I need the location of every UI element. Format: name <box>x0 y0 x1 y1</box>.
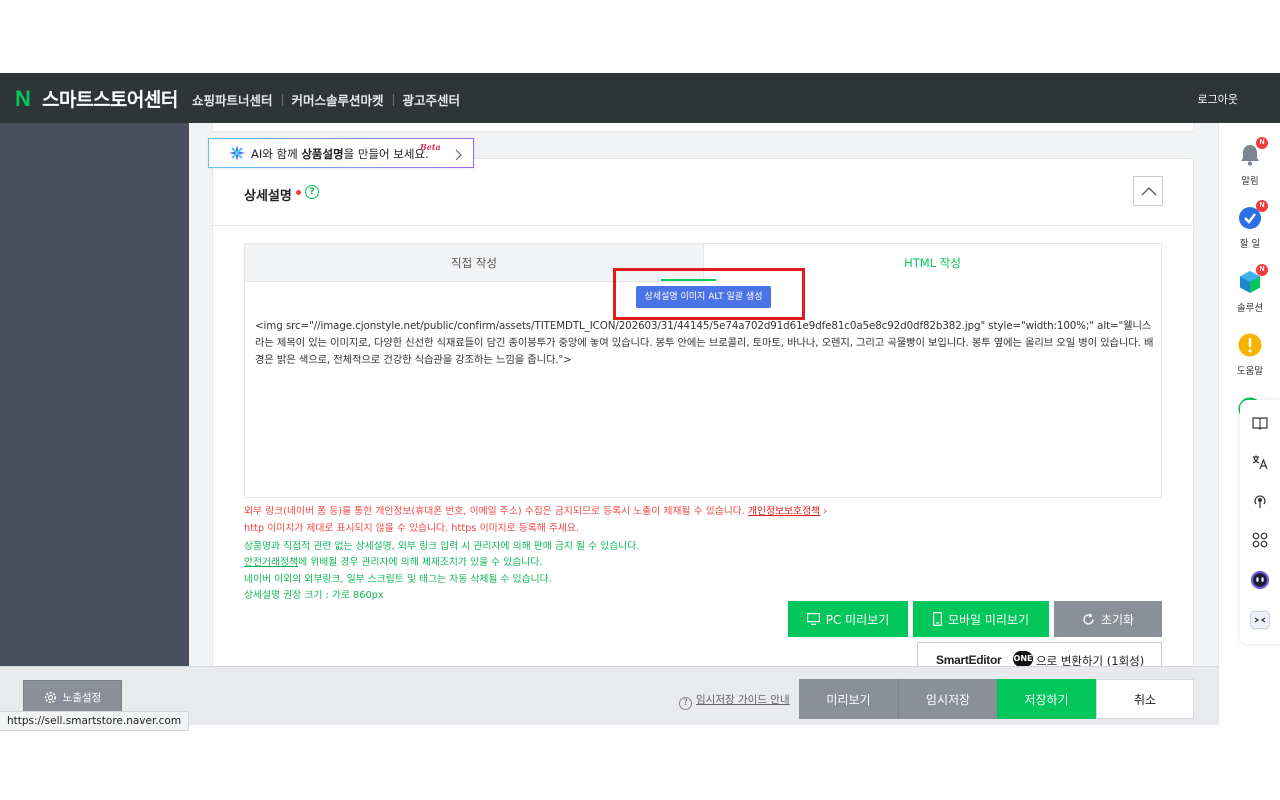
ai-banner-text: AI와 함께 상품설명을 만들어 보세요. <box>251 147 429 161</box>
new-badge: N <box>1256 200 1268 212</box>
help-icon[interactable]: ? <box>305 185 319 199</box>
app-title[interactable]: 스마트스토어센터 <box>42 85 178 112</box>
expose-settings-button[interactable]: 노출설정 <box>23 680 122 714</box>
top-nav: 쇼핑파트너센터 커머스솔루션마켓 광고주센터 <box>192 90 460 109</box>
rail-alarm[interactable]: N 알림 <box>1219 137 1280 187</box>
safe-trade-policy-link[interactable]: 안전거래정책 <box>244 557 298 568</box>
nav-divider <box>392 93 394 106</box>
ai-description-banner[interactable]: AI와 함께 상품설명을 만들어 보세요. Beta <box>208 138 474 168</box>
mobile-preview-button[interactable]: 모바일 미리보기 <box>913 601 1049 637</box>
nav-shopping-partner[interactable]: 쇼핑파트너센터 <box>192 90 273 109</box>
card-divider <box>213 225 1193 226</box>
top-header: N 스마트스토어센터 쇼핑파트너센터 커머스솔루션마켓 광고주센터 로그아웃 <box>0 73 1280 123</box>
section-title: 상세설명 <box>244 189 292 204</box>
translate-icon[interactable] <box>1250 452 1270 472</box>
rail-todo[interactable]: N 할 일 <box>1219 200 1280 250</box>
naver-n-logo[interactable]: N <box>15 86 31 112</box>
temp-save-guide-link[interactable]: ? 임시저장 가이드 안내 <box>679 692 790 710</box>
previous-section-card <box>212 123 1194 132</box>
notice-safe-trade: 안전거래정책에 위배될 경우 관리자에 의해 제재조치가 있을 수 있습니다. <box>244 557 543 568</box>
rail-help[interactable]: 도움말 <box>1219 333 1280 377</box>
privacy-policy-link[interactable]: 개인정보보호정책 <box>748 506 820 517</box>
browser-side-toolbar <box>1240 400 1280 644</box>
ai-sparkle-icon <box>229 145 245 161</box>
chevron-up-icon <box>1141 187 1157 196</box>
logout-link[interactable]: 로그아웃 <box>1198 91 1238 107</box>
question-icon: ? <box>679 697 692 710</box>
notice-script-removal: 네이버 이외의 외부링크, 일부 스크립트 및 태그는 자동 삭제될 수 있습니… <box>244 574 552 585</box>
rail-solution[interactable]: N 솔루션 <box>1219 264 1280 314</box>
podcast-icon[interactable] <box>1250 491 1270 511</box>
nav-advertiser[interactable]: 광고주센터 <box>403 90 461 109</box>
temp-save-button[interactable]: 임시저장 <box>898 679 997 719</box>
cancel-button[interactable]: 취소 <box>1096 679 1194 719</box>
assistant-face-icon[interactable] <box>1250 570 1270 590</box>
exclamation-icon <box>1238 333 1262 357</box>
pc-preview-button[interactable]: PC 미리보기 <box>788 601 908 637</box>
new-badge: N <box>1256 137 1268 149</box>
code-icon[interactable] <box>1250 610 1270 630</box>
nav-commerce-solution[interactable]: 커머스솔루션마켓 <box>292 90 384 109</box>
new-badge: N <box>1256 264 1268 276</box>
notice-external-link: 상품명과 직접적 관련 없는 상세설명, 외부 링크 입력 시 관리자에 의해 … <box>244 541 640 552</box>
mobile-icon <box>932 612 942 626</box>
chevron-right-icon <box>455 149 462 161</box>
nav-divider <box>281 93 283 106</box>
save-button[interactable]: 저장하기 <box>997 679 1096 719</box>
required-dot <box>296 190 301 195</box>
status-bar-url: https://sell.smartstore.naver.com <box>0 711 190 731</box>
notice-privacy: 외부 링크(네이버 폼 등)를 통한 개인정보(휴대폰 번호, 이메일 주소) … <box>244 506 828 517</box>
smarteditor-convert-button[interactable]: SmartEditor ONE 으로 변환하기 (1회성) <box>917 642 1162 668</box>
notice-recommended-size: 상세설명 권장 크기 : 가로 860px <box>244 590 384 601</box>
one-badge: ONE <box>1013 651 1033 667</box>
highlight-box <box>613 268 805 320</box>
notice-https: http 이미지가 제대로 표시되지 않을 수 있습니다. https 이미지로… <box>244 523 580 534</box>
apps-grid-icon[interactable] <box>1250 530 1270 550</box>
beta-label: Beta <box>420 142 441 152</box>
left-sidebar <box>0 123 189 666</box>
collapse-button[interactable] <box>1133 176 1163 206</box>
smarteditor-logo-text: SmartEditor <box>936 653 1002 667</box>
preview-button[interactable]: 미리보기 <box>799 679 898 719</box>
html-code-textarea[interactable]: <img src="//image.cjonstyle.net/public/c… <box>255 318 1155 369</box>
reset-button[interactable]: 초기화 <box>1054 601 1162 637</box>
monitor-icon <box>806 613 820 625</box>
refresh-icon <box>1083 612 1094 625</box>
gear-icon <box>44 691 56 703</box>
book-icon[interactable] <box>1250 413 1270 433</box>
